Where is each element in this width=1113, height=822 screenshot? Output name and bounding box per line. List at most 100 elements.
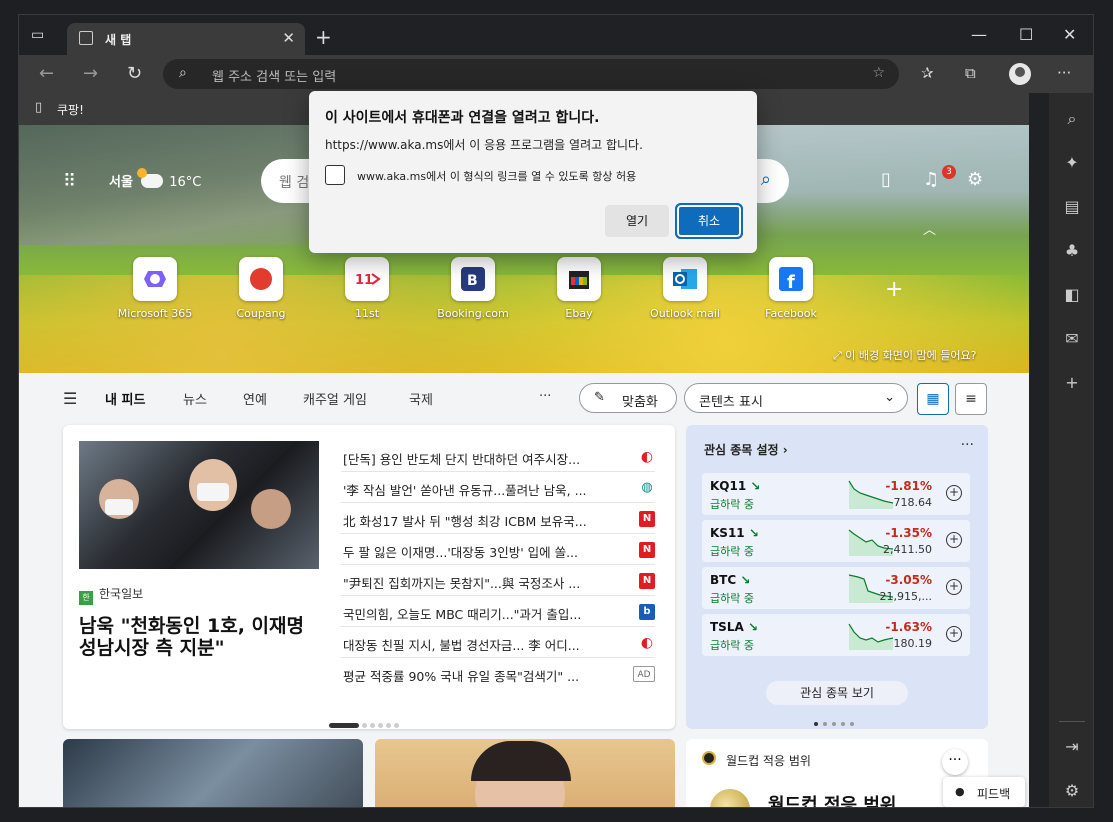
list-item[interactable]: "尹퇴진 집회까지는 못참지"...與 국정조사 ... N xyxy=(341,565,655,596)
news-card-photo[interactable] xyxy=(63,739,363,807)
always-allow-checkbox[interactable] xyxy=(325,165,345,185)
search-icon[interactable]: ⌕ xyxy=(1061,109,1083,129)
shortcut-microsoft-365[interactable]: Microsoft 365 xyxy=(105,257,205,320)
shortcut-ebay[interactable]: Ebay xyxy=(529,257,629,320)
more-menu-icon[interactable]: ··· xyxy=(1057,64,1071,82)
always-allow-label[interactable]: www.aka.ms에서 이 형식의 링크를 열 수 있도록 항상 허용 xyxy=(357,168,636,184)
stock-row[interactable]: KQ11 ↘ 급하락 중 -1.81% 718.64 + xyxy=(702,473,970,515)
background-feedback[interactable]: ⤢ 이 배경 화면이 맘에 들어요? xyxy=(833,347,976,363)
notifications-icon[interactable]: ♫ xyxy=(923,169,939,190)
close-window-button[interactable]: ✕ xyxy=(1063,25,1076,44)
list-item[interactable]: '李 작심 발언' 쏟아낸 유동규...풀려난 남욱, ... ◍ xyxy=(341,472,655,503)
mask xyxy=(105,499,133,515)
add-shortcut-button[interactable]: + xyxy=(885,277,903,302)
more-options-icon[interactable]: ··· xyxy=(961,437,974,453)
tools-icon[interactable]: ▤ xyxy=(1061,197,1083,216)
outlook-icon[interactable]: ✉ xyxy=(1061,329,1083,348)
story-headline[interactable]: 남욱 "천화동인 1호, 이재명 성남시장 측 지분" xyxy=(79,615,323,659)
office-icon[interactable]: ◧ xyxy=(1061,285,1083,304)
personalize-button[interactable]: ✎ 맞춤화 xyxy=(579,383,677,413)
add-stock-icon[interactable]: + xyxy=(946,485,962,501)
story-photo[interactable] xyxy=(79,441,319,569)
feed-more-icon[interactable]: ··· xyxy=(539,389,551,404)
carousel-dot[interactable] xyxy=(378,723,383,728)
feed-tab-casual-games[interactable]: 캐주얼 게임 xyxy=(303,389,367,408)
list-item[interactable]: 두 팔 잃은 이재명...'대장동 3인방' 입에 쏠... N xyxy=(341,534,655,565)
games-icon[interactable]: ♣ xyxy=(1061,241,1083,260)
settings-icon[interactable]: ⚙ xyxy=(1061,781,1083,800)
carousel-dot[interactable] xyxy=(823,722,827,726)
stock-row[interactable]: BTC ↘ 급하락 중 -3.05% 21,915,... + xyxy=(702,567,970,609)
maximize-button[interactable]: ☐ xyxy=(1019,25,1033,44)
close-tab-icon[interactable]: ✕ xyxy=(282,29,295,47)
content-view-select[interactable]: 콘텐츠 표시 ⌄ xyxy=(684,383,908,413)
carousel-dot[interactable] xyxy=(394,723,399,728)
list-item[interactable]: 평균 적중률 90% 국내 유일 종목"검색기" ... AD xyxy=(341,658,655,689)
back-button[interactable]: ← xyxy=(39,63,54,84)
tab-actions-icon[interactable]: ▭ xyxy=(31,27,53,47)
carousel-dot[interactable] xyxy=(370,723,375,728)
cancel-button[interactable]: 취소 xyxy=(675,203,743,239)
list-item[interactable]: 대장동 친필 지시, 불법 경선자금... 李 어디... ◐ xyxy=(341,627,655,658)
more-options-icon[interactable]: ··· xyxy=(942,749,968,775)
menu-icon[interactable]: ☰ xyxy=(63,389,77,408)
feed-tab-news[interactable]: 뉴스 xyxy=(183,389,207,408)
shortcut-booking[interactable]: B Booking.com xyxy=(423,257,523,320)
address-bar[interactable]: ⌕ 웹 주소 검색 또는 입력 ☆ xyxy=(163,59,899,89)
carousel-dot[interactable] xyxy=(386,723,391,728)
stock-row[interactable]: KS11 ↘ 급하락 중 -1.35% 2,411.50 + xyxy=(702,520,970,562)
weather-widget[interactable]: 서울 16°C xyxy=(109,168,201,190)
search-icon[interactable]: ⌕ xyxy=(761,169,771,190)
collections-icon[interactable]: ⧉ xyxy=(965,64,976,82)
shortcut-facebook[interactable]: f Facebook xyxy=(741,257,841,320)
feed-tab-world[interactable]: 국제 xyxy=(409,389,433,408)
app-launcher-icon[interactable]: ⠿ xyxy=(63,173,81,191)
forward-button[interactable]: → xyxy=(83,63,98,84)
feedback-button[interactable]: ● 피드백 xyxy=(943,777,1025,807)
carousel-dot[interactable] xyxy=(850,722,854,726)
stock-row[interactable]: TSLA ↘ 급하락 중 -1.63% 180.19 + xyxy=(702,614,970,656)
add-stock-icon[interactable]: + xyxy=(946,626,962,642)
favorite-item-coupang[interactable]: 쿠팡! xyxy=(57,101,84,118)
carousel-dot[interactable] xyxy=(832,722,836,726)
add-icon[interactable]: + xyxy=(1061,373,1083,392)
stock-status: 급하락 중 xyxy=(710,498,754,511)
list-item[interactable]: [단독] 용인 반도체 단지 반대하던 여주시장... ◐ xyxy=(341,441,655,472)
add-stock-icon[interactable]: + xyxy=(946,532,962,548)
shortcut-11st[interactable]: 11 11st xyxy=(317,257,417,320)
list-view-button[interactable]: ≡ xyxy=(955,383,987,415)
new-tab-button[interactable]: + xyxy=(315,25,332,49)
feed-tab-my-feed[interactable]: 내 피드 xyxy=(105,389,145,408)
minimize-button[interactable]: — xyxy=(971,25,987,44)
profile-avatar[interactable] xyxy=(1009,63,1031,85)
carousel-dot[interactable] xyxy=(362,723,367,728)
carousel-dots[interactable] xyxy=(329,717,402,731)
grid-view-button[interactable]: ▦ xyxy=(917,383,949,415)
list-item[interactable]: 국민의힘, 오늘도 MBC 때리기..."과거 출입... b xyxy=(341,596,655,627)
watchlist-dots[interactable] xyxy=(814,715,859,729)
tab-title: 새 탭 xyxy=(105,33,132,47)
view-watchlist-button[interactable]: 관심 종목 보기 xyxy=(766,681,908,705)
shortcut-coupang[interactable]: Coupang xyxy=(211,257,311,320)
add-favorite-icon[interactable]: ☆ xyxy=(872,65,885,81)
discover-icon[interactable]: ✦ xyxy=(1061,153,1083,172)
favorites-icon[interactable]: ✰ xyxy=(921,64,934,82)
page-settings-icon[interactable]: ⚙ xyxy=(967,169,983,190)
carousel-dot-active[interactable] xyxy=(329,723,359,728)
phone-icon[interactable]: ▯ xyxy=(881,169,891,190)
source-blue-icon: b xyxy=(639,604,655,620)
collapse-chevron-icon[interactable]: ︿ xyxy=(923,219,936,238)
story-source: 한 한국일보 xyxy=(79,585,143,605)
refresh-button[interactable]: ↻ xyxy=(127,63,142,84)
news-card-photo[interactable] xyxy=(375,739,675,807)
add-stock-icon[interactable]: + xyxy=(946,579,962,595)
feed-tab-entertainment[interactable]: 연예 xyxy=(243,389,267,408)
tab-new-tab[interactable]: 새 탭 ✕ xyxy=(67,23,305,55)
carousel-dot[interactable] xyxy=(841,722,845,726)
list-item[interactable]: 北 화성17 발사 뒤 "행성 최강 ICBM 보유국... N xyxy=(341,503,655,534)
open-button[interactable]: 열기 xyxy=(605,205,669,237)
shortcut-outlook[interactable]: Outlook mail xyxy=(635,257,735,320)
carousel-dot-active[interactable] xyxy=(814,722,818,726)
watchlist-header[interactable]: 관심 종목 설정 › xyxy=(704,441,788,458)
hide-sidebar-icon[interactable]: ⇥ xyxy=(1061,737,1083,756)
